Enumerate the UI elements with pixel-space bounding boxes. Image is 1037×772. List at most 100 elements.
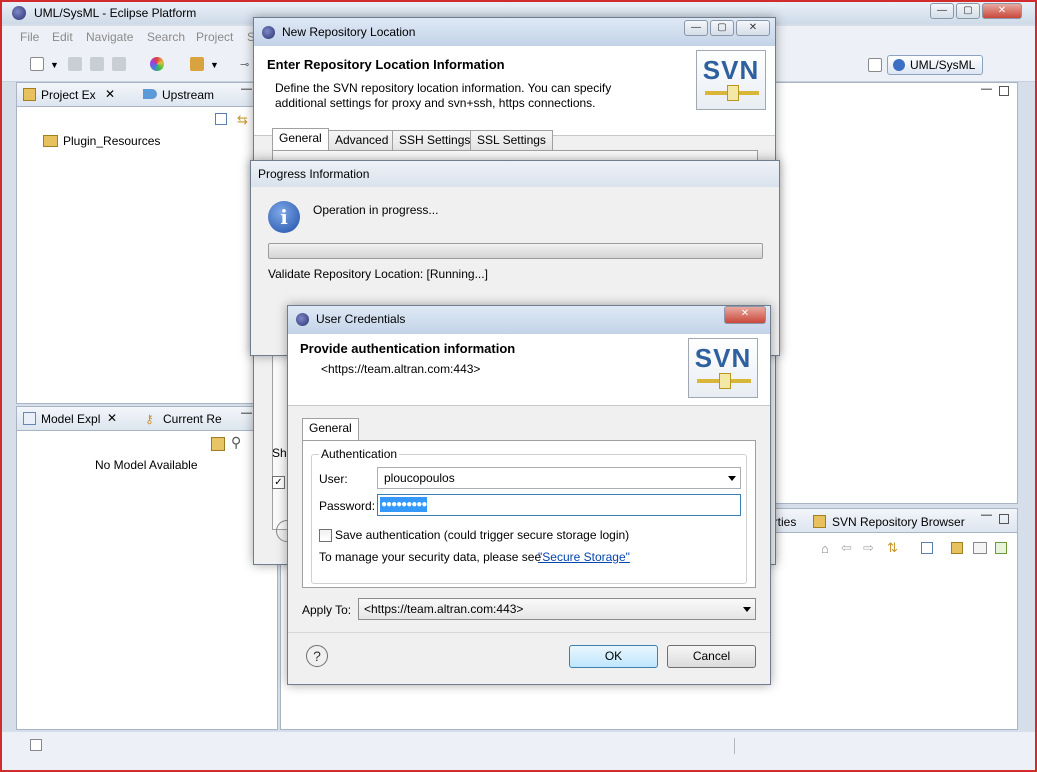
color-wheel-icon[interactable] (150, 57, 164, 71)
maximize-editor-icon[interactable] (999, 86, 1009, 96)
chevron-down-icon[interactable] (728, 476, 736, 481)
show-checkbox[interactable]: ✓ (272, 476, 285, 489)
minimize-view-icon[interactable]: — (241, 83, 252, 95)
print-icon[interactable] (112, 57, 126, 71)
close-button[interactable]: ✕ (736, 20, 770, 36)
maximize-button[interactable]: ▢ (710, 20, 734, 36)
model-explorer-view: Model Expl ✕ ⚷ Current Re — ⚲ No Model A… (16, 406, 278, 730)
progress-message: Operation in progress... (313, 203, 439, 217)
back-icon[interactable]: ⇦ (841, 540, 852, 556)
minimize-view-icon[interactable]: — (981, 509, 992, 521)
maximize-view-icon[interactable] (999, 514, 1009, 524)
secure-storage-link[interactable]: "Secure Storage" (538, 550, 630, 564)
password-label: Password: (319, 499, 376, 513)
filter-icon[interactable] (211, 437, 225, 451)
upstream-icon (143, 89, 157, 99)
search-icon[interactable]: ⚲ (231, 434, 241, 451)
cancel-button[interactable]: Cancel (667, 645, 756, 668)
minimize-view-icon[interactable]: — (241, 407, 252, 419)
save-auth-checkbox[interactable] (319, 529, 332, 542)
authentication-group-label: Authentication (319, 447, 400, 461)
minimize-button[interactable]: — (684, 20, 708, 36)
forward-icon[interactable]: ⇨ (863, 540, 874, 556)
key-icon: ⚷ (145, 412, 154, 426)
project-item[interactable]: Plugin_Resources (63, 134, 160, 148)
credentials-dialog: User Credentials ✕ Provide authenticatio… (287, 305, 771, 685)
tab-general[interactable]: General (272, 128, 329, 150)
refresh-icon[interactable]: ⇅ (887, 540, 898, 556)
project-folder-icon (43, 135, 58, 147)
home-icon[interactable]: ⌂ (821, 541, 829, 556)
tab-advanced[interactable]: Advanced (328, 130, 396, 150)
user-combo[interactable]: ploucopoulos (377, 467, 741, 489)
minimize-editor-icon[interactable]: — (981, 83, 992, 95)
link-editor-icon[interactable]: ⇆ (237, 112, 248, 128)
new-dropdown-icon[interactable]: ▼ (50, 60, 59, 70)
menu-navigate[interactable]: Navigate (86, 30, 133, 44)
credentials-titlebar: User Credentials ✕ (288, 306, 770, 334)
run-dropdown-icon[interactable]: ▼ (210, 60, 219, 70)
general-tab-panel: Authentication User: ploucopoulos Passwo… (302, 440, 756, 588)
new-icon[interactable] (30, 57, 44, 71)
progress-status: Validate Repository Location: [Running..… (268, 267, 488, 281)
save-icon[interactable] (68, 57, 82, 71)
new-location-icon[interactable] (951, 542, 963, 554)
svn-small-icon[interactable] (973, 542, 987, 554)
eclipse-icon (262, 26, 275, 39)
status-bar (2, 732, 1035, 770)
credentials-title: User Credentials (316, 312, 406, 326)
collapse-icon[interactable] (921, 542, 933, 554)
progress-bar (268, 243, 763, 259)
close-button[interactable]: ✕ (724, 306, 766, 324)
button-bar: ? OK Cancel (288, 632, 770, 684)
tab-project-explorer[interactable]: Project Ex (41, 88, 96, 102)
status-divider (734, 738, 735, 754)
menu-edit[interactable]: Edit (52, 30, 73, 44)
new-repository-heading: Enter Repository Location Information (267, 57, 505, 72)
credentials-banner: Provide authentication information <http… (288, 334, 770, 406)
run-icon[interactable] (190, 57, 204, 71)
collapse-all-icon[interactable] (215, 113, 227, 125)
save-all-icon[interactable] (90, 57, 104, 71)
apply-to-combo[interactable]: <https://team.altran.com:443> (358, 598, 756, 620)
tab-ssl-settings[interactable]: SSL Settings (470, 130, 553, 150)
password-value: ●●●●●●●●● (380, 497, 427, 512)
progress-title: Progress Information (258, 167, 370, 181)
uml-perspective-icon (893, 59, 905, 71)
toolbar-more-icon[interactable]: ⊸ (240, 58, 249, 71)
tab-svn-browser[interactable]: SVN Repository Browser (832, 515, 965, 529)
tab-general[interactable]: General (302, 418, 359, 440)
tab-upstream[interactable]: Upstream (162, 88, 214, 102)
new-repository-titlebar: New Repository Location — ▢ ✕ (254, 18, 775, 46)
perspective-label: UML/SysML (910, 58, 976, 72)
fast-view-icon[interactable] (30, 739, 42, 751)
close-button[interactable]: ✕ (982, 3, 1022, 19)
password-field[interactable]: ●●●●●●●●● (377, 494, 741, 516)
ok-button[interactable]: OK (569, 645, 658, 668)
tab-model-explorer[interactable]: Model Expl (41, 412, 100, 426)
perspective-button[interactable]: UML/SysML (887, 55, 983, 75)
open-perspective-icon[interactable] (868, 58, 882, 72)
minimize-button[interactable]: — (930, 3, 954, 19)
chevron-down-icon[interactable] (743, 607, 751, 612)
model-explorer-icon (23, 412, 36, 425)
project-explorer-tabbar: Project Ex ✕ Upstream — (17, 83, 277, 107)
help-icon[interactable]: ? (306, 645, 328, 667)
project-explorer-view: Project Ex ✕ Upstream — ⇆ Plugin_Resourc… (16, 82, 278, 404)
repo-export-icon[interactable] (995, 542, 1007, 554)
user-label: User: (319, 472, 348, 486)
maximize-button[interactable]: ▢ (956, 3, 980, 19)
new-repository-desc-1: Define the SVN repository location infor… (275, 81, 612, 95)
eclipse-icon (296, 313, 309, 326)
credentials-realm: <https://team.altran.com:443> (321, 362, 481, 376)
menu-project[interactable]: Project (196, 30, 233, 44)
menu-file[interactable]: File (20, 30, 39, 44)
menu-search[interactable]: Search (147, 30, 185, 44)
eclipse-icon (12, 6, 26, 20)
progress-titlebar: Progress Information (251, 161, 779, 187)
tab-current-repo[interactable]: Current Re (163, 412, 222, 426)
svn-logo: SVN (688, 338, 758, 398)
close-tab-icon[interactable]: ✕ (107, 411, 117, 425)
tab-ssh-settings[interactable]: SSH Settings (392, 130, 478, 150)
close-tab-icon[interactable]: ✕ (105, 87, 115, 101)
